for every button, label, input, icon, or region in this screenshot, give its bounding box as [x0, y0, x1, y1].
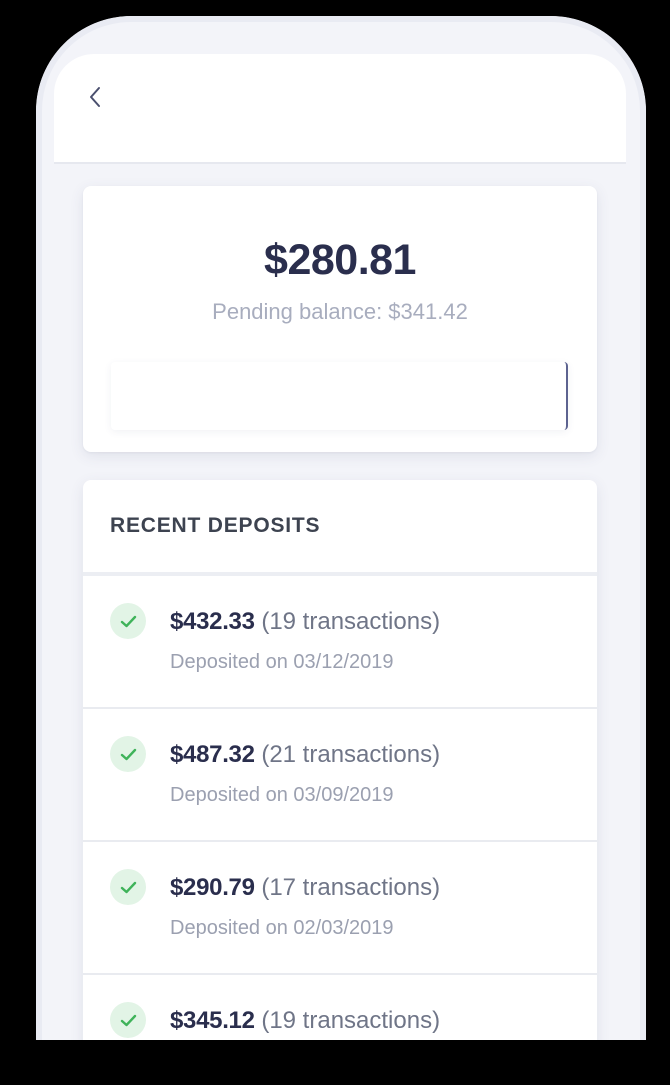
- phone-frame: $280.81 Pending balance: $341.42 RECENT …: [36, 16, 646, 1085]
- deposit-date: Deposited on 02/03/2019: [170, 917, 394, 939]
- deposit-summary: $290.79 (17 transactions): [170, 874, 440, 902]
- deposit-transaction-count: (19 transactions): [254, 1007, 441, 1034]
- deposit-amount: $345.12: [170, 1007, 255, 1034]
- deposit-amount: $290.79: [170, 874, 255, 901]
- deposit-row[interactable]: $432.33 (19 transactions) Deposited on 0…: [83, 576, 597, 709]
- deposit-date: Deposited on 03/12/2019: [170, 651, 394, 673]
- deposit-transaction-count: (17 transactions): [254, 874, 441, 901]
- recent-deposits-heading: RECENT DEPOSITS: [110, 514, 321, 537]
- pending-balance: Pending balance: $341.42: [212, 299, 468, 324]
- checkmark-icon: [110, 736, 146, 772]
- checkmark-icon: [110, 603, 146, 639]
- bottom-crop: [0, 1040, 670, 1085]
- deposit-summary: $345.12 (19 transactions): [170, 1007, 440, 1035]
- recent-deposits-card: RECENT DEPOSITS $432.33 (19 transactions…: [83, 480, 597, 1085]
- top-nav-bar: [54, 54, 626, 164]
- deposit-amount: $487.32: [170, 741, 255, 768]
- balance-card: $280.81 Pending balance: $341.42: [83, 186, 597, 452]
- deposit-transaction-count: (21 transactions): [254, 741, 441, 768]
- chevron-left-icon: [90, 87, 100, 107]
- deposit-amount: $432.33: [170, 608, 255, 635]
- deposit-row[interactable]: $487.32 (21 transactions) Deposited on 0…: [83, 709, 597, 842]
- deposit-summary: $487.32 (21 transactions): [170, 741, 440, 769]
- deposit-summary: $432.33 (19 transactions): [170, 608, 440, 636]
- balance-amount: $280.81: [264, 236, 416, 284]
- deposit-transaction-count: (19 transactions): [254, 608, 441, 635]
- deposit-date: Deposited on 03/09/2019: [170, 784, 394, 806]
- checkmark-icon: [110, 1002, 146, 1038]
- balance-action-field[interactable]: [111, 362, 568, 430]
- deposit-row[interactable]: $290.79 (17 transactions) Deposited on 0…: [83, 842, 597, 975]
- back-button[interactable]: [78, 80, 112, 114]
- checkmark-icon: [110, 869, 146, 905]
